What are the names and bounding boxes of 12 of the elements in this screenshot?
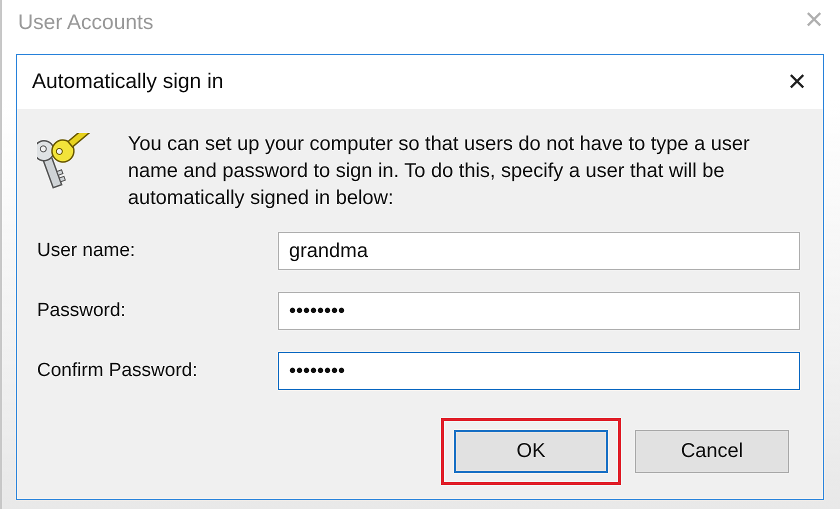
dialog-title: Automatically sign in <box>32 70 224 94</box>
ok-button[interactable]: OK <box>454 430 608 473</box>
cancel-button[interactable]: Cancel <box>635 430 789 473</box>
input-field[interactable]: grandma <box>278 232 800 270</box>
input-field[interactable]: •••••••• <box>278 352 800 390</box>
window-title: User Accounts <box>18 11 154 35</box>
instruction-text: You can set up your computer so that users do not have to type a user name and password to sign in. To do this, specify a user that will be automatically signed in below: <box>128 132 751 211</box>
field-label: Confirm Password: <box>37 360 198 382</box>
input-field[interactable]: •••••••• <box>278 292 800 330</box>
close-button[interactable]: ✕ <box>787 68 807 96</box>
field-label: Password: <box>37 300 127 322</box>
field-label: User name: <box>37 240 136 262</box>
